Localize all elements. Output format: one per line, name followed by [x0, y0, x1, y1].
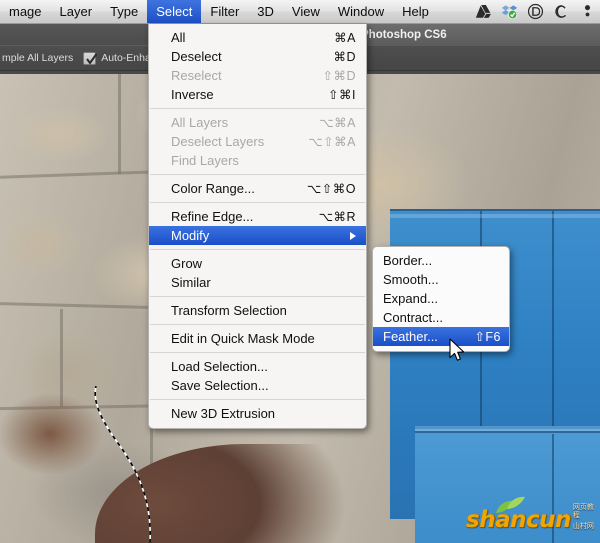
menubar-item-filter[interactable]: Filter: [201, 0, 248, 23]
submenu-item-smooth[interactable]: Smooth...: [373, 270, 509, 289]
leaf-icon: [496, 496, 525, 513]
menu-separator-1: [150, 108, 365, 109]
menu-item-grow-label: Grow: [171, 256, 203, 271]
menu-item-edit-quick-mask-label: Edit in Quick Mask Mode: [171, 331, 315, 346]
menu-separator-8: [150, 399, 365, 400]
menu-separator-3: [150, 202, 365, 203]
menu-item-refine-edge-label: Refine Edge...: [171, 209, 254, 224]
menu-separator-6: [150, 324, 365, 325]
menu-item-refine-edge[interactable]: Refine Edge... ⌥⌘R: [149, 207, 366, 226]
menu-item-similar-label: Similar: [171, 275, 211, 290]
menu-item-all[interactable]: All ⌘A: [149, 28, 366, 47]
submenu-item-expand-label: Expand...: [383, 291, 438, 306]
dropbox-sync-icon[interactable]: [501, 3, 518, 20]
menu-item-deselect-label: Deselect: [171, 49, 222, 64]
menu-item-inverse-label: Inverse: [171, 87, 214, 102]
menu-item-all-layers: All Layers ⌥⌘A: [149, 113, 366, 132]
menu-item-all-label: All: [171, 30, 186, 45]
menu-item-load-selection[interactable]: Load Selection...: [149, 357, 366, 376]
menu-item-deselect-layers-shortcut: ⌥⇧⌘A: [308, 135, 356, 149]
menubar-item-help[interactable]: Help: [393, 0, 438, 23]
menu-item-transform-selection-label: Transform Selection: [171, 303, 287, 318]
submenu-item-feather-label: Feather...: [383, 329, 438, 344]
menu-item-inverse-shortcut: ⇧⌘I: [328, 88, 356, 102]
menubar-item-window[interactable]: Window: [329, 0, 393, 23]
menubar-tray-icons: [475, 3, 600, 20]
submenu-item-contract[interactable]: Contract...: [373, 308, 509, 327]
menu-item-find-layers: Find Layers: [149, 151, 366, 170]
watermark-subtext: 网页教程 山村网: [573, 503, 600, 533]
menu-item-edit-quick-mask[interactable]: Edit in Quick Mask Mode: [149, 329, 366, 348]
menubar: mage Layer Type Select Filter 3D View Window Hel…: [0, 0, 600, 24]
submenu-item-smooth-label: Smooth...: [383, 272, 439, 287]
menu-item-new-3d-extrusion-label: New 3D Extrusion: [171, 406, 276, 421]
menu-item-color-range[interactable]: Color Range... ⌥⇧⌘O: [149, 179, 366, 198]
menu-item-color-range-shortcut: ⌥⇧⌘O: [306, 182, 356, 196]
menu-item-deselect-shortcut: ⌘D: [333, 50, 356, 64]
menubar-item-select[interactable]: Select: [147, 0, 202, 23]
menu-item-grow[interactable]: Grow: [149, 254, 366, 273]
menu-item-all-shortcut: ⌘A: [334, 31, 356, 45]
menu-item-find-layers-label: Find Layers: [171, 153, 239, 168]
select-dropdown-menu[interactable]: All ⌘A Deselect ⌘D Reselect ⇧⌘D Inverse ⇧⌘I All …: [148, 24, 367, 429]
checkmark-icon: [86, 52, 98, 65]
menu-item-new-3d-extrusion[interactable]: New 3D Extrusion: [149, 404, 366, 423]
menu-item-all-layers-label: All Layers: [171, 115, 229, 130]
watermark: shancun 网页教程 山村网: [466, 496, 600, 533]
auto-enhance-checkbox[interactable]: [83, 51, 98, 65]
dropbox-icon[interactable]: [527, 3, 544, 20]
menu-item-deselect[interactable]: Deselect ⌘D: [149, 47, 366, 66]
menu-item-all-layers-shortcut: ⌥⌘A: [319, 116, 356, 130]
menu-item-load-selection-label: Load Selection...: [171, 359, 268, 374]
menubar-item-image[interactable]: mage: [0, 0, 51, 23]
menu-item-refine-edge-shortcut: ⌥⌘R: [318, 210, 356, 224]
submenu-item-border-label: Border...: [383, 253, 433, 268]
spotlight-icon[interactable]: [579, 3, 596, 20]
submenu-item-contract-label: Contract...: [383, 310, 443, 325]
google-drive-icon[interactable]: [475, 3, 492, 20]
submenu-item-feather[interactable]: Feather... ⇧F6: [373, 327, 509, 346]
crate-edge-line: [415, 431, 600, 433]
submenu-item-feather-shortcut: ⇧F6: [474, 330, 501, 344]
menu-item-modify[interactable]: Modify: [149, 226, 366, 245]
menubar-item-3d[interactable]: 3D: [248, 0, 283, 23]
menubar-items: mage Layer Type Select Filter 3D View Window Hel…: [0, 0, 438, 23]
menu-separator-5: [150, 296, 365, 297]
crate-edge-line: [552, 211, 554, 426]
menu-item-deselect-layers: Deselect Layers ⌥⇧⌘A: [149, 132, 366, 151]
menu-item-reselect: Reselect ⇧⌘D: [149, 66, 366, 85]
modify-submenu[interactable]: Border... Smooth... Expand... Contract... Fe…: [372, 246, 510, 352]
menu-item-save-selection[interactable]: Save Selection...: [149, 376, 366, 395]
menu-separator-7: [150, 352, 365, 353]
submenu-item-border[interactable]: Border...: [373, 251, 509, 270]
creative-cloud-icon[interactable]: [553, 3, 570, 20]
submenu-item-expand[interactable]: Expand...: [373, 289, 509, 308]
watermark-sub-line2: 山村网: [572, 522, 594, 530]
menu-item-save-selection-label: Save Selection...: [171, 378, 269, 393]
watermark-sub-line1: 网页教程: [572, 503, 594, 519]
crate-edge-line: [390, 209, 600, 211]
document-title: Photoshop CS6: [355, 24, 600, 45]
menu-separator-2: [150, 174, 365, 175]
menu-separator-4: [150, 249, 365, 250]
menubar-item-type[interactable]: Type: [101, 0, 147, 23]
menu-item-reselect-shortcut: ⇧⌘D: [322, 69, 356, 83]
mortar-joint: [118, 74, 121, 174]
menu-item-color-range-label: Color Range...: [171, 181, 255, 196]
menubar-item-view[interactable]: View: [283, 0, 329, 23]
mortar-joint: [60, 309, 63, 407]
menu-item-deselect-layers-label: Deselect Layers: [171, 134, 265, 149]
brown-soil-patch: [0, 394, 120, 514]
menu-item-modify-label: Modify: [171, 228, 210, 243]
menu-item-inverse[interactable]: Inverse ⇧⌘I: [149, 85, 366, 104]
menu-item-reselect-label: Reselect: [171, 68, 222, 83]
menu-item-similar[interactable]: Similar: [149, 273, 366, 292]
sample-all-layers-label: mple All Layers: [2, 52, 74, 64]
crate-highlight: [390, 214, 600, 218]
menubar-item-layer[interactable]: Layer: [51, 0, 102, 23]
menu-item-transform-selection[interactable]: Transform Selection: [149, 301, 366, 320]
chevron-right-icon: [350, 231, 356, 240]
